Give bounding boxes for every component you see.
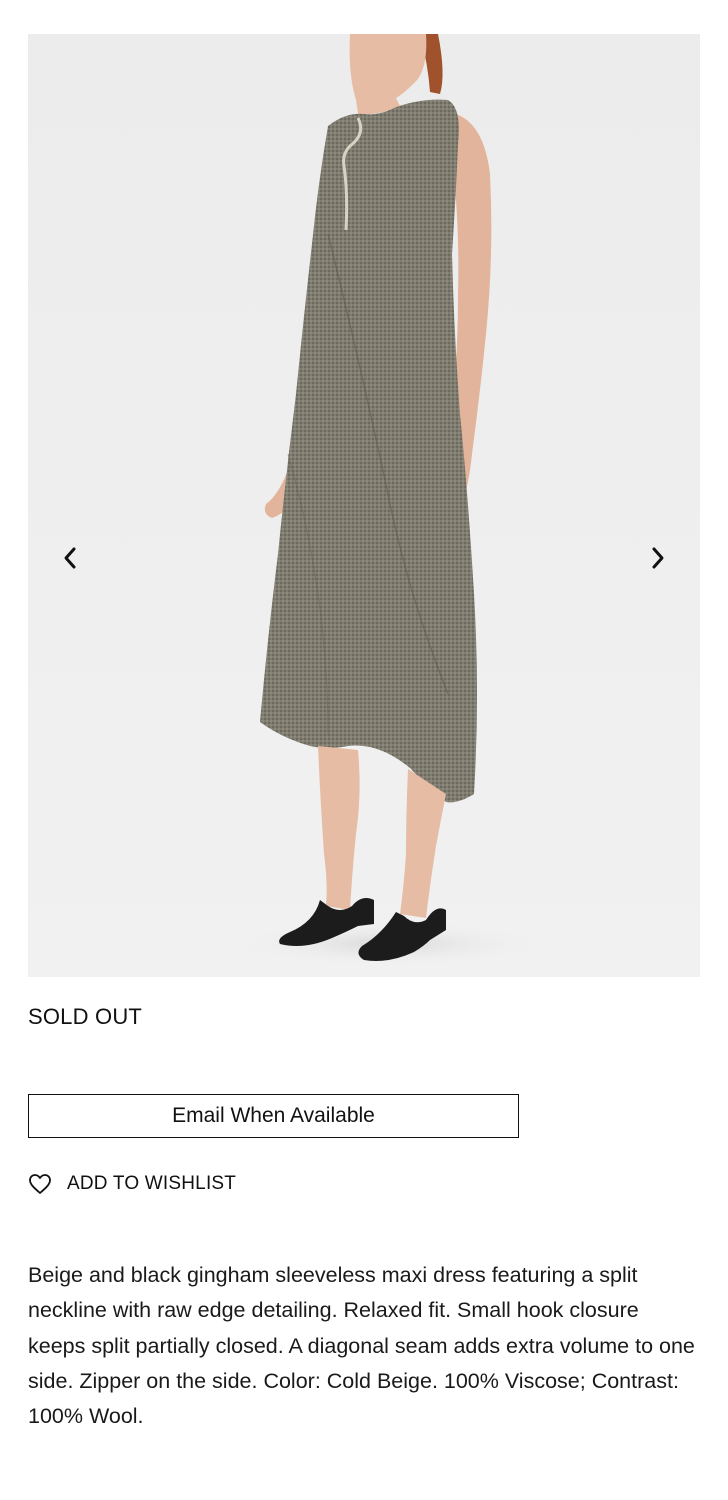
next-image-button[interactable]	[642, 542, 674, 574]
chevron-left-icon	[64, 547, 76, 569]
wishlist-label: ADD TO WISHLIST	[67, 1173, 237, 1194]
add-to-wishlist-button[interactable]: ADD TO WISHLIST	[28, 1170, 236, 1198]
email-when-available-button[interactable]: Email When Available	[28, 1094, 519, 1138]
chevron-right-icon	[652, 547, 664, 569]
prev-image-button[interactable]	[54, 542, 86, 574]
product-image-gallery[interactable]	[28, 34, 700, 977]
heart-icon	[28, 1172, 52, 1196]
product-description: Beige and black gingham sleeveless maxi …	[28, 1263, 695, 1429]
stock-status: SOLD OUT	[28, 1004, 143, 1029]
product-photo	[238, 34, 538, 966]
